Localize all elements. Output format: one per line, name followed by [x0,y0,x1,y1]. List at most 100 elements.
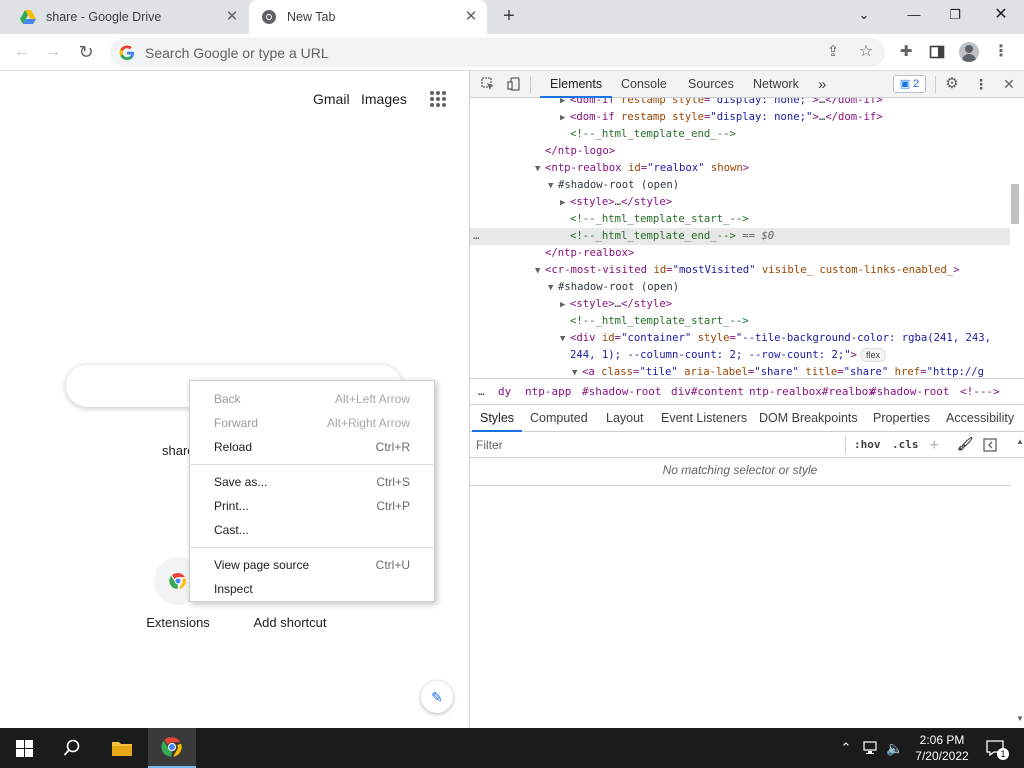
new-tab-plus-icon[interactable]: + [498,5,520,27]
settings-gear-icon[interactable]: ⚙ [943,75,961,93]
dom-line[interactable]: <!--_html_template_end_--> [470,126,1010,143]
menu-item-save-as[interactable]: Save as... Ctrl+S [190,470,434,494]
new-style-rule-plus-icon[interactable]: + [930,436,938,454]
styles-filter-input[interactable] [476,436,836,454]
close-window-icon[interactable]: ✕ [987,4,1015,26]
taskbar-clock[interactable]: 2:06 PM 7/20/2022 [912,732,972,764]
dom-line[interactable]: ▶ <style>…</style> [470,194,1010,211]
breadcrumb-item[interactable]: ntp-app [525,379,571,404]
ellipsis-icon[interactable]: … [473,228,479,245]
styles-scroll-down-icon[interactable]: ▼ [1016,714,1024,723]
google-apps-grid-icon[interactable] [430,91,446,107]
dom-line[interactable]: ▶ <style>…</style> [470,296,1010,313]
dom-line[interactable]: ▼ #shadow-root (open) [470,177,1010,194]
subtab-styles[interactable]: Styles [472,405,523,432]
dom-scrollbar-thumb[interactable] [1011,184,1019,224]
tab-console[interactable]: Console [621,71,667,98]
profile-avatar-icon[interactable] [959,42,979,62]
windows-start-icon[interactable] [0,728,48,768]
dom-line[interactable]: ▼ <ntp-realbox id="realbox" shown> [470,160,1010,177]
menu-item-inspect[interactable]: Inspect [190,577,434,601]
menu-item-view-page-source[interactable]: View page source Ctrl+U [190,553,434,577]
dom-line[interactable]: <!--_html_template_start_--> [470,313,1010,330]
network-icon[interactable] [860,728,882,768]
extensions-puzzle-icon[interactable]: ✚ [895,41,917,63]
dom-tree[interactable]: ▶ <dom-if restamp style="display: none;">… [470,98,1010,378]
issues-badge[interactable]: ▣ 2 [893,75,926,93]
toggle-sidebar-icon[interactable] [983,436,997,454]
shortcut-label: Add shortcut [253,615,327,630]
dom-line[interactable]: ▶ <dom-if restamp style="display: none;">… [470,109,1010,126]
devtools-tab-bar: Elements Console Sources Network » ▣ 2 ⚙… [470,71,1024,98]
menu-item-cast[interactable]: Cast... [190,518,434,542]
restore-icon[interactable]: ❐ [941,4,969,26]
omnibox-input[interactable] [145,44,785,61]
dom-line[interactable]: ▼ #shadow-root (open) [470,279,1010,296]
file-explorer-icon[interactable] [98,728,146,768]
hov-toggle[interactable]: :hov [854,436,881,454]
subtab-computed[interactable]: Computed [530,405,588,432]
menu-item-label: View page source [214,558,310,572]
breadcrumb-item[interactable]: div#content [671,379,744,404]
subtab-accessibility[interactable]: Accessibility [946,405,1014,432]
tab-sources[interactable]: Sources [688,71,734,98]
styles-scroll-up-icon[interactable]: ▲ [1016,437,1024,446]
device-toolbar-icon[interactable] [505,75,523,93]
flex-badge[interactable]: flex [860,348,887,362]
menu-item-print[interactable]: Print... Ctrl+P [190,494,434,518]
dom-line[interactable]: ▼ <a class="tile" aria-label="share" titl… [470,364,1010,378]
tray-chevron-up-icon[interactable]: ⌃ [836,728,856,768]
breadcrumb-item[interactable]: #shadow-root [582,379,661,404]
back-arrow-icon[interactable]: ← [11,41,33,63]
tab-new-tab[interactable]: New Tab ✕ [249,0,487,34]
customize-pencil-icon[interactable]: ✎ [421,681,453,713]
menu-item-reload[interactable]: Reload Ctrl+R [190,435,434,459]
dom-line[interactable]: </ntp-realbox> [470,245,1010,262]
gmail-link[interactable]: Gmail [313,91,350,107]
more-tabs-chevron-icon[interactable]: » [818,71,826,98]
dom-line[interactable]: ▼ <div id="container" style="--tile-backg… [470,330,1010,347]
taskbar-chrome-icon[interactable] [148,728,196,768]
tab-network[interactable]: Network [753,71,799,98]
breadcrumb-item[interactable]: dy [498,379,511,404]
bookmark-star-icon[interactable]: ☆ [855,41,877,63]
dom-line[interactable]: </ntp-logo> [470,143,1010,160]
inspect-element-icon[interactable] [479,75,497,93]
close-tab-icon[interactable]: ✕ [224,9,240,25]
minimize-icon[interactable]: — [900,4,928,26]
subtab-layout[interactable]: Layout [606,405,644,432]
reload-icon[interactable]: ↻ [75,41,97,63]
dom-line-selected[interactable]: … <!--_html_template_end_--> == $0 [470,228,1010,245]
side-panel-icon[interactable] [926,41,948,63]
dom-line[interactable]: 244, 1); --column-count: 2; --row-count:… [470,347,1010,364]
notifications-icon[interactable]: 1 [980,728,1010,768]
forward-arrow-icon[interactable]: → [42,41,64,63]
omnibox[interactable] [110,38,885,67]
dom-line[interactable]: ▼ <cr-most-visited id="mostVisited" visib… [470,262,1010,279]
breadcrumb-scroll-left[interactable]: … [478,379,485,404]
breadcrumb-item[interactable]: #shadow-root [870,379,949,404]
chrome-menu-kebab-icon[interactable]: ⋮ [990,41,1012,63]
element-state-paint-icon[interactable]: 🖌 [957,436,974,454]
menu-item-label: Cast... [214,523,249,537]
subtab-event-listeners[interactable]: Event Listeners [661,405,747,432]
images-link[interactable]: Images [361,91,407,107]
tab-google-drive[interactable]: share - Google Drive ✕ [8,0,248,34]
devtools-kebab-icon[interactable]: ⋮ [972,75,990,93]
breadcrumb-item[interactable]: ntp-realbox#realbox [749,379,875,404]
close-tab-icon[interactable]: ✕ [463,9,479,25]
tab-elements[interactable]: Elements [540,71,613,98]
share-icon[interactable]: ⇪ [822,41,844,63]
search-icon[interactable] [48,728,96,768]
breadcrumb-item[interactable]: <!---> [960,379,1000,404]
subtab-dom-breakpoints[interactable]: DOM Breakpoints [759,405,858,432]
subtab-properties[interactable]: Properties [873,405,930,432]
menu-item-back[interactable]: Back Alt+Left Arrow [190,387,434,411]
cls-toggle[interactable]: .cls [892,436,919,454]
dom-line[interactable]: <!--_html_template_start_--> [470,211,1010,228]
volume-icon[interactable]: 🔈 [884,728,906,768]
menu-item-forward[interactable]: Forward Alt+Right Arrow [190,411,434,435]
tab-search-chevron-icon[interactable]: ⌄ [850,4,878,26]
dom-line[interactable]: ▶ <dom-if restamp style="display: none;">… [470,98,1010,109]
close-devtools-icon[interactable]: ✕ [1000,75,1018,93]
